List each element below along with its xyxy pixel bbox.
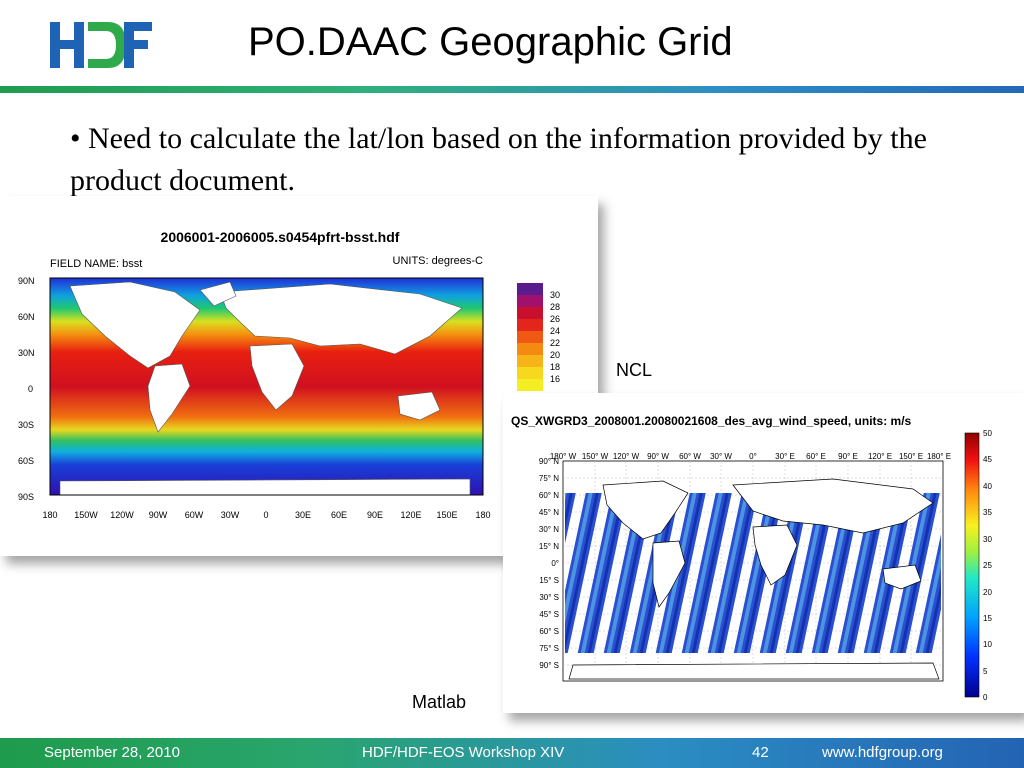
matlab-colorbar-label: 25: [983, 561, 992, 570]
ncl-colorbar-label: 24: [550, 326, 560, 336]
matlab-label: Matlab: [412, 692, 467, 712]
ncl-lon-tick-label: 120W: [110, 510, 134, 520]
ncl-lat-tick-labels: 90N 60N 30N 0 30S 60S 90S: [18, 276, 35, 502]
ncl-lon-tick-label: 0: [263, 510, 268, 520]
matlab-colorbar: [964, 432, 980, 698]
ncl-lon-tick-label: 30W: [221, 510, 240, 520]
bullet-marker: •: [70, 122, 81, 155]
matlab-colorbar-label: 5: [983, 667, 988, 676]
matlab-lat-tick-label: 30° N: [539, 525, 559, 534]
matlab-lat-tick-label: 75° N: [539, 474, 559, 483]
matlab-colorbar-label: 20: [983, 588, 992, 597]
matlab-lat-tick-label: 15° S: [539, 576, 559, 585]
footer-page-number: 42: [752, 744, 769, 761]
matlab-lon-tick-label: 120° E: [868, 452, 892, 461]
matlab-lon-tick-label: 90° E: [838, 452, 858, 461]
ncl-lat-tick-label: 60S: [18, 456, 34, 466]
matlab-colorbar-labels: 50 45 40 35 30 25 20 15 10 5 0: [983, 429, 992, 702]
ncl-lon-tick-label: 90E: [367, 510, 383, 520]
matlab-lat-tick-label: 75° S: [539, 644, 559, 653]
ncl-lon-tick-label: 180: [475, 510, 490, 520]
ncl-lon-tick-label: 180: [42, 510, 57, 520]
ncl-lon-tick-label: 120E: [400, 510, 421, 520]
matlab-lat-tick-label: 90° N: [539, 457, 559, 466]
ncl-lon-tick-label: 150W: [74, 510, 98, 520]
ncl-lat-tick-label: 90S: [18, 492, 34, 502]
bullet-point: • Need to calculate the lat/lon based on…: [70, 118, 970, 202]
ncl-lat-tick-label: 0: [28, 384, 33, 394]
ncl-colorbar-labels: 30 28 26 24 22 20 18 16: [550, 290, 560, 384]
matlab-lon-tick-label: 180° E: [927, 452, 951, 461]
matlab-colorbar-label: 30: [983, 535, 992, 544]
matlab-lon-tick-label: 30° W: [710, 452, 732, 461]
matlab-lat-tick-label: 90° S: [539, 661, 559, 670]
ncl-colorbar-label: 30: [550, 290, 560, 300]
matlab-lat-tick-label: 60° N: [539, 491, 559, 500]
matlab-lat-tick-label: 60° S: [539, 627, 559, 636]
footer-date: September 28, 2010: [44, 744, 180, 761]
ncl-lat-tick-label: 30S: [18, 420, 34, 430]
slide-footer: September 28, 2010 HDF/HDF-EOS Workshop …: [0, 738, 1024, 768]
matlab-lon-tick-label: 60° W: [679, 452, 701, 461]
footer-event: HDF/HDF-EOS Workshop XIV: [362, 744, 565, 761]
matlab-lon-tick-label: 60° E: [806, 452, 826, 461]
matlab-lat-tick-label: 0°: [551, 559, 559, 568]
matlab-lat-tick-label: 30° S: [539, 593, 559, 602]
ncl-colorbar-label: 26: [550, 314, 560, 324]
ncl-colorbar-label: 28: [550, 302, 560, 312]
matlab-lon-tick-labels: 180° W 150° W 120° W 90° W 60° W 30° W 0…: [550, 452, 951, 461]
ncl-label: NCL: [616, 360, 653, 380]
matlab-wind-map-figure: QS_XWGRD3_2008001.20080021608_des_avg_wi…: [503, 393, 1024, 713]
ncl-colorbar: [517, 283, 543, 391]
matlab-colorbar-label: 45: [983, 455, 992, 464]
matlab-lon-tick-label: 120° W: [613, 452, 640, 461]
ncl-lon-tick-label: 150E: [436, 510, 457, 520]
hdf-logo: [46, 14, 154, 76]
matlab-map-title: QS_XWGRD3_2008001.20080021608_des_avg_wi…: [511, 414, 912, 428]
ncl-lon-tick-label: 60E: [331, 510, 347, 520]
ncl-colorbar-label: 16: [550, 374, 560, 384]
ncl-lon-tick-label: 60W: [185, 510, 204, 520]
matlab-colorbar-label: 0: [983, 693, 988, 702]
ncl-lat-tick-label: 90N: [18, 276, 35, 286]
matlab-colorbar-label: 40: [983, 482, 992, 491]
slide-title: PO.DAAC Geographic Grid: [248, 20, 733, 64]
ncl-map-title: 2006001-2006005.s0454pfrt-bsst.hdf: [161, 229, 400, 245]
matlab-colorbar-label: 10: [983, 640, 992, 649]
matlab-colorbar-label: 35: [983, 508, 992, 517]
matlab-colorbar-label: 50: [983, 429, 992, 438]
ncl-lat-tick-label: 30N: [18, 348, 35, 358]
ncl-colorbar-label: 18: [550, 362, 560, 372]
matlab-lat-tick-label: 45° S: [539, 610, 559, 619]
ncl-units: UNITS: degrees-C: [393, 255, 484, 267]
ncl-colorbar-label: 20: [550, 350, 560, 360]
bullet-text: Need to calculate the lat/lon based on t…: [70, 122, 927, 197]
matlab-lat-tick-label: 45° N: [539, 508, 559, 517]
matlab-lon-tick-label: 90° W: [647, 452, 669, 461]
matlab-lat-tick-label: 15° N: [539, 542, 559, 551]
matlab-lon-tick-label: 0°: [749, 452, 757, 461]
matlab-lat-tick-labels: 90° N 75° N 60° N 45° N 30° N 15° N 0° 1…: [539, 457, 559, 670]
ncl-lat-tick-label: 60N: [18, 312, 35, 322]
ncl-lon-tick-label: 90W: [149, 510, 168, 520]
ncl-colorbar-label: 22: [550, 338, 560, 348]
footer-url: www.hdfgroup.org: [822, 744, 943, 761]
ncl-field-name: FIELD NAME: bsst: [50, 258, 142, 270]
matlab-lon-tick-label: 30° E: [775, 452, 795, 461]
matlab-lon-tick-label: 150° W: [582, 452, 609, 461]
matlab-lon-tick-label: 150° E: [899, 452, 923, 461]
ncl-lon-tick-labels: 180 150W 120W 90W 60W 30W 0 30E 60E 90E …: [42, 510, 490, 520]
ncl-lon-tick-label: 30E: [295, 510, 311, 520]
matlab-colorbar-label: 15: [983, 614, 992, 623]
title-divider: [0, 86, 1024, 93]
